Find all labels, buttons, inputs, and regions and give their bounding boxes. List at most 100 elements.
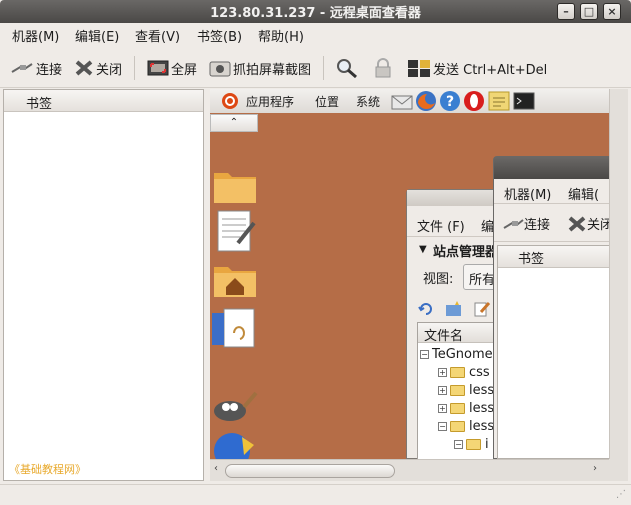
window-title: 123.80.31.237 - 远程桌面查看器 — [210, 6, 421, 21]
horizontal-scrollbar[interactable]: ‹ › — [210, 459, 609, 481]
resize-grip-icon[interactable]: ⋰ — [616, 489, 626, 500]
tree-item[interactable]: − i — [454, 437, 489, 452]
vertical-scrollbar[interactable] — [609, 89, 628, 459]
window-titlebar[interactable]: 123.80.31.237 - 远程桌面查看器 – □ × — [0, 0, 631, 23]
tree-item-label: less — [469, 401, 495, 416]
opera-icon[interactable] — [463, 90, 485, 112]
nested-close-button[interactable]: 关闭 — [567, 214, 609, 233]
new-folder-icon[interactable] — [445, 300, 463, 318]
connect-icon — [11, 63, 33, 73]
firefox-icon[interactable] — [415, 90, 437, 112]
bookmarks-label: 书签 — [26, 97, 53, 112]
collapse-panel-button[interactable]: ⌃ — [210, 114, 258, 132]
column-filename: 文件名 — [424, 329, 464, 344]
edit-icon[interactable] — [473, 300, 491, 318]
tree-item-label: TeGnome — [432, 347, 493, 362]
screenshot-button[interactable]: 抓拍屏幕截图 — [209, 58, 311, 78]
nested-menu-machine[interactable]: 机器(M) — [504, 184, 551, 203]
menu-bookmarks[interactable]: 书签(B) — [197, 26, 242, 45]
status-bar: ⋰ — [0, 484, 631, 505]
menu-view[interactable]: 查看(V) — [135, 26, 180, 45]
lock-icon — [375, 58, 391, 78]
maximize-button[interactable]: □ — [580, 3, 598, 20]
tree-item[interactable]: + less — [438, 383, 494, 398]
bookmarks-header[interactable]: 书签 — [4, 90, 203, 112]
connect-button[interactable]: 连接 — [10, 58, 62, 78]
menubar: 机器(M) 编辑(E) 查看(V) 书签(B) 帮助(H) — [0, 23, 631, 47]
tree-item[interactable]: − TeGnome — [420, 347, 493, 362]
expand-icon[interactable]: + — [438, 368, 447, 377]
zoom-button[interactable] — [336, 58, 360, 78]
nested-connect-label: 连接 — [524, 218, 551, 233]
camera-icon — [209, 61, 231, 77]
help-icon[interactable]: ? — [439, 90, 461, 112]
connect-icon — [503, 218, 524, 229]
terminal-icon[interactable] — [513, 91, 535, 111]
fullscreen-icon — [147, 60, 169, 76]
text-editor-icon[interactable] — [212, 209, 258, 253]
watermark-text: 《基础教程网》 — [9, 463, 86, 476]
folder-icon — [450, 385, 465, 396]
expander-icon[interactable]: ▼ — [419, 244, 427, 255]
tree-item-label: less — [469, 419, 495, 434]
connect-label: 连接 — [36, 62, 63, 78]
expand-icon[interactable]: + — [438, 386, 447, 395]
expand-icon[interactable]: + — [438, 404, 447, 413]
nested-menu-edit[interactable]: 编辑( — [568, 184, 599, 203]
collapse-icon[interactable]: − — [438, 422, 447, 431]
nested-bookmarks-pane: 书签 — [497, 245, 609, 459]
send-keys-label: 发送 Ctrl+Alt+Del — [433, 62, 548, 78]
home-folder-icon[interactable] — [212, 261, 258, 301]
nested-connect-button[interactable]: 连接 — [502, 214, 550, 233]
fullscreen-button[interactable]: 全屏 — [147, 58, 197, 78]
gimp-icon[interactable] — [212, 385, 258, 425]
menu-edit[interactable]: 编辑(E) — [75, 26, 119, 45]
menu-help[interactable]: 帮助(H) — [258, 26, 304, 45]
remote-desktop-view[interactable]: 应用程序 位置 系统 ? ⌃ 文件 (F) 编 ▼ 站点管理器 视图: 所有 文… — [210, 89, 609, 459]
web-browser-icon[interactable] — [212, 429, 258, 459]
folder-icon — [450, 403, 465, 414]
svg-text:?: ? — [446, 94, 454, 110]
mail-icon[interactable] — [391, 93, 413, 111]
remote-menu-applications[interactable]: 应用程序 — [246, 93, 294, 110]
bookmarks-pane: 书签 《基础教程网》 — [3, 89, 204, 481]
send-ctrl-alt-del-button[interactable]: 发送 Ctrl+Alt+Del — [407, 58, 547, 78]
nested-viewer-window[interactable]: 机器(M) 编辑( 连接 关闭 书签 — [493, 156, 609, 459]
magnifier-icon — [337, 59, 357, 78]
close-label: 关闭 — [96, 62, 123, 78]
close-icon — [75, 60, 93, 76]
lock-button[interactable] — [373, 58, 395, 78]
scroll-right-icon[interactable]: › — [593, 463, 597, 474]
folder-open-icon — [466, 439, 481, 450]
folder-icon[interactable] — [212, 167, 258, 205]
collapse-icon[interactable]: − — [420, 350, 429, 359]
collapse-icon[interactable]: − — [454, 440, 463, 449]
tree-item[interactable]: + css — [438, 365, 490, 380]
nested-bookmarks-header[interactable]: 书签 — [498, 246, 609, 268]
nested-close-label: 关闭 — [587, 218, 609, 233]
minimize-button[interactable]: – — [557, 3, 575, 20]
remote-menu-system[interactable]: 系统 — [356, 93, 380, 110]
close-window-button[interactable]: × — [603, 3, 621, 20]
menu-machine[interactable]: 机器(M) — [12, 26, 59, 45]
folder-open-icon — [450, 421, 465, 432]
remote-menu-places[interactable]: 位置 — [315, 93, 339, 110]
ubuntu-logo-icon[interactable] — [220, 91, 240, 111]
notes-icon[interactable] — [487, 90, 511, 112]
tree-item[interactable]: − less — [438, 419, 494, 434]
refresh-icon[interactable] — [417, 300, 435, 318]
tree-item-label: less — [469, 383, 495, 398]
site-manager-title: 站点管理器 — [433, 245, 499, 260]
nested-bookmarks-label: 书签 — [518, 252, 545, 267]
horizontal-scroll-thumb[interactable] — [225, 464, 395, 478]
remote-top-panel: 应用程序 位置 系统 ? — [210, 89, 609, 113]
toolbar: 连接 关闭 全屏 抓拍屏幕截图 发送 Ctrl+Alt+Del — [0, 48, 631, 88]
nested-viewer-titlebar[interactable] — [494, 157, 609, 179]
close-connection-button[interactable]: 关闭 — [74, 58, 122, 78]
view-select-value: 所有 — [469, 273, 496, 288]
view-label: 视图: — [423, 272, 454, 287]
scroll-left-icon[interactable]: ‹ — [214, 463, 218, 474]
nested-menu-file[interactable]: 文件 (F) — [417, 216, 465, 235]
tree-item[interactable]: + less — [438, 401, 494, 416]
document-icon[interactable] — [212, 307, 258, 349]
